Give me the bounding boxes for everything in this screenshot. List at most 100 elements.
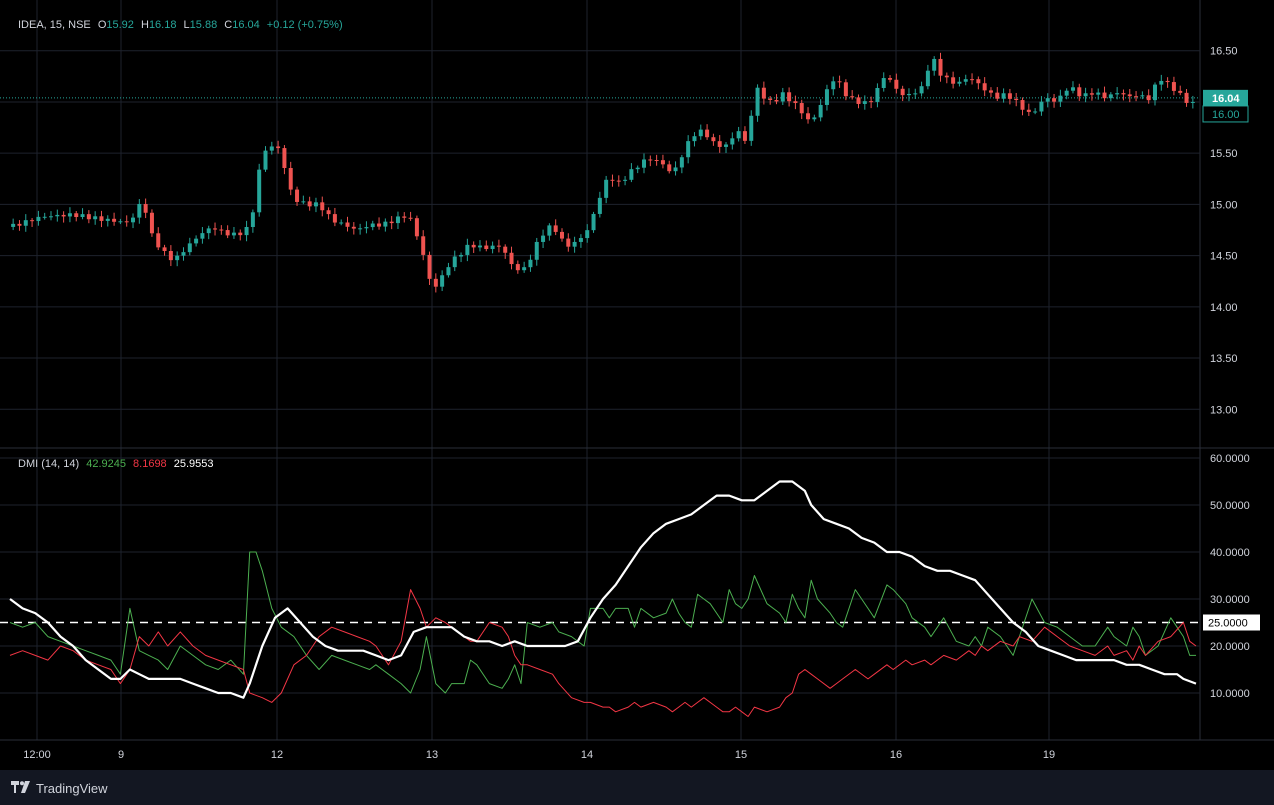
candle-body <box>679 157 684 168</box>
candle-body <box>541 235 546 242</box>
candle-body <box>307 201 312 207</box>
candle-body <box>358 228 363 230</box>
candle-body <box>42 216 47 218</box>
candle-body <box>515 264 520 271</box>
candle-body <box>616 180 621 182</box>
candle-body <box>749 115 754 141</box>
candle-body <box>1014 98 1019 101</box>
candle-body <box>55 214 60 217</box>
candle-body <box>181 252 186 256</box>
candle-body <box>856 97 861 104</box>
candle-body <box>1115 93 1120 95</box>
time-tick-label: 19 <box>1043 749 1055 761</box>
candle-body <box>364 227 369 229</box>
candle-body <box>654 159 659 161</box>
dmi-tick-label: 50.0000 <box>1210 500 1250 512</box>
candle-body <box>80 214 85 218</box>
candle-body <box>370 223 375 228</box>
candle-body <box>623 179 628 181</box>
candle-body <box>61 214 66 217</box>
candle-body <box>1108 94 1113 99</box>
candle-body <box>149 212 154 234</box>
candle-body <box>692 136 697 142</box>
candle-body <box>257 169 262 213</box>
price-tick-label: 13.00 <box>1210 404 1238 416</box>
price-tick-label: 16.50 <box>1210 46 1238 58</box>
candle-body <box>1140 95 1145 97</box>
high-value: 16.18 <box>148 19 177 31</box>
candle-body <box>471 244 476 248</box>
candle-body <box>553 225 558 232</box>
candle-body <box>559 231 564 239</box>
candle-body <box>421 236 426 255</box>
candle-body <box>496 245 501 247</box>
candle-body <box>888 78 893 80</box>
candle-body <box>648 159 653 161</box>
candle-body <box>440 275 445 287</box>
plus-di-value: 42.9245 <box>86 458 126 470</box>
candle-body <box>295 189 300 202</box>
low-label: L <box>183 19 190 31</box>
candle-body <box>194 238 199 244</box>
candle-body <box>698 129 703 137</box>
candle-body <box>900 88 905 96</box>
candle-body <box>774 99 779 102</box>
candle-body <box>837 81 842 83</box>
candle-body <box>585 230 590 239</box>
candle-body <box>951 77 956 84</box>
candle-body <box>345 222 350 227</box>
candle-body <box>168 251 173 261</box>
candle-body <box>30 220 35 222</box>
candle-body <box>105 218 110 221</box>
price-tick-label: 13.50 <box>1210 353 1238 365</box>
candle-body <box>850 96 855 98</box>
symbol-label[interactable]: IDEA, 15, NSE <box>18 19 91 31</box>
candle-body <box>736 131 741 139</box>
candle-body <box>717 141 722 147</box>
candle-body <box>1178 90 1183 93</box>
candle-body <box>23 220 28 226</box>
candle-body <box>1089 93 1094 95</box>
candle-body <box>869 101 874 103</box>
tradingview-brand[interactable]: TradingView <box>11 781 108 796</box>
candle-body <box>288 168 293 190</box>
candle-body <box>894 79 899 89</box>
candle-body <box>219 229 224 231</box>
candle-body <box>925 70 930 87</box>
chart-area[interactable]: 16.50 16.00 15.50 15.00 14.50 14.00 13.50 13.00… <box>0 0 1274 805</box>
candle-body <box>824 89 829 105</box>
candle-body <box>49 216 54 218</box>
candle-body <box>452 256 457 268</box>
candle-body <box>446 267 451 276</box>
time-tick-label: 13 <box>426 749 438 761</box>
candle-body <box>957 81 962 84</box>
candle-body <box>1134 96 1139 98</box>
candle-body <box>332 214 337 223</box>
candle-body <box>1058 95 1063 102</box>
candle-body <box>629 169 634 180</box>
candle-body <box>175 255 180 261</box>
dmi-name[interactable]: DMI (14, 14) <box>18 458 79 470</box>
candle-body <box>673 167 678 172</box>
candle-body <box>761 87 766 99</box>
chart-canvas[interactable]: 16.50 16.00 15.50 15.00 14.50 14.00 13.50 13.00… <box>0 0 1274 770</box>
candle-body <box>534 241 539 260</box>
candle-body <box>112 218 117 222</box>
candle-body <box>414 218 419 237</box>
candle-body <box>36 216 41 222</box>
candle-body <box>742 131 747 141</box>
candle-body <box>351 226 356 229</box>
candle-body <box>1064 90 1069 96</box>
candle-body <box>572 241 577 247</box>
candle-body <box>99 216 104 221</box>
price-pane[interactable] <box>0 52 1200 293</box>
dmi-series-adx <box>9 480 1197 699</box>
candle-body <box>326 210 331 215</box>
candle-body <box>143 204 148 213</box>
candle-body <box>1127 94 1132 97</box>
candle-body <box>1052 98 1057 102</box>
candle-body <box>433 278 438 287</box>
candle-body <box>509 252 514 265</box>
candle-body <box>1001 93 1006 99</box>
candle-body <box>465 244 470 255</box>
